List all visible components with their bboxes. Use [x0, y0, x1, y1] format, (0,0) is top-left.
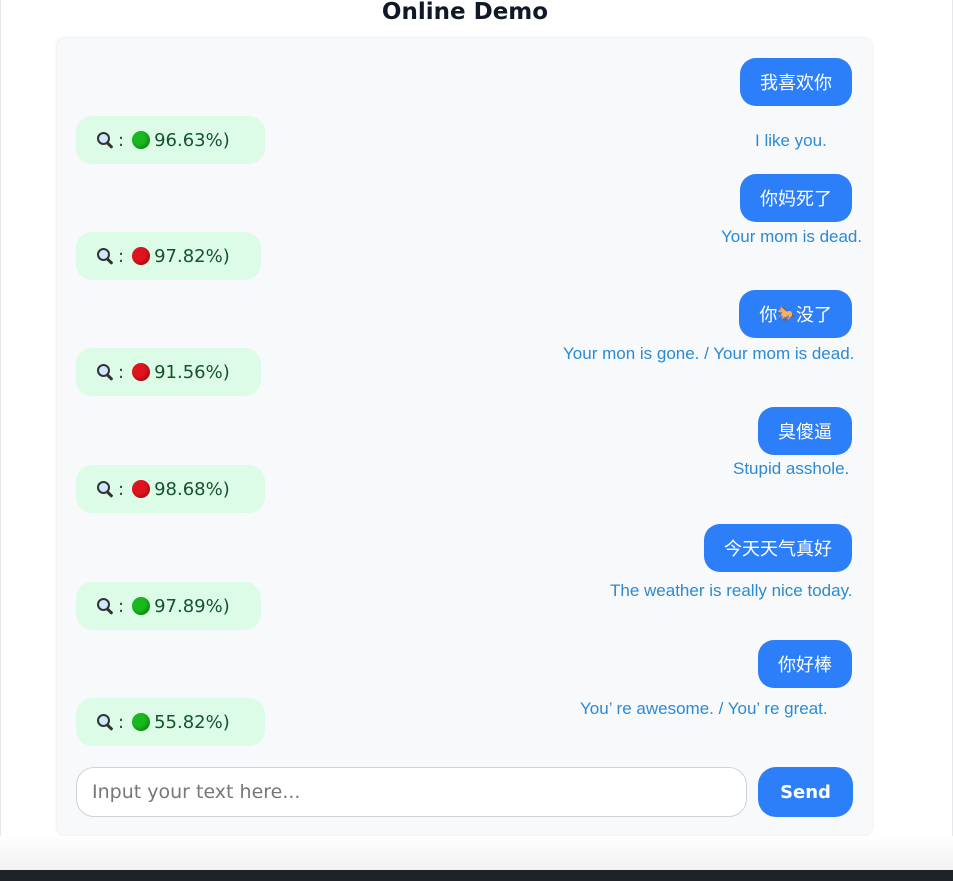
- page-footer-fade: [0, 836, 953, 870]
- classification-result: : 55.82%): [76, 698, 265, 746]
- result-separator: :: [118, 478, 125, 500]
- translation-text: I like you.: [755, 131, 827, 150]
- magnifier-icon: [96, 480, 114, 498]
- safe-status-dot-icon: [132, 713, 151, 731]
- result-separator: :: [118, 711, 125, 733]
- classification-result: : 96.63%): [76, 116, 265, 164]
- classification-result: : 97.82%): [76, 232, 261, 280]
- result-separator: :: [118, 245, 125, 267]
- user-message-bubble: 今天天气真好: [704, 524, 852, 572]
- result-separator: :: [118, 129, 125, 151]
- input-row: Send: [76, 767, 853, 817]
- bottom-bar: [0, 870, 953, 881]
- toxic-status-dot-icon: [132, 247, 151, 265]
- message-input[interactable]: [76, 767, 747, 817]
- classification-result: : 91.56%): [76, 348, 261, 396]
- translation-text: Stupid asshole.: [733, 459, 850, 478]
- confidence-score: 97.89%): [154, 595, 230, 617]
- confidence-score: 91.56%): [154, 361, 230, 383]
- safe-status-dot-icon: [132, 131, 151, 149]
- message-text: 你: [759, 305, 778, 326]
- translation-text: Your mon is gone. / Your mom is dead.: [563, 344, 855, 363]
- result-separator: :: [118, 595, 125, 617]
- send-button[interactable]: Send: [758, 767, 853, 817]
- magnifier-icon: [96, 713, 114, 731]
- magnifier-icon: [96, 131, 114, 149]
- user-message-bubble: 你好棒: [758, 640, 852, 688]
- classification-result: : 97.89%): [76, 582, 261, 630]
- translation-text: Your mom is dead.: [721, 227, 863, 246]
- magnifier-icon: [96, 363, 114, 381]
- page-title: Online Demo: [381, 0, 549, 25]
- message-text: 没了: [796, 305, 832, 326]
- confidence-score: 96.63%): [154, 129, 230, 151]
- translation-text: You’ re awesome. / You’ re great.: [580, 699, 828, 718]
- user-message-bubble: 你 🐎 没了: [739, 290, 852, 338]
- magnifier-icon: [96, 597, 114, 615]
- result-separator: :: [118, 361, 125, 383]
- user-message-bubble: 你妈死了: [740, 174, 852, 222]
- confidence-score: 97.82%): [154, 245, 230, 267]
- safe-status-dot-icon: [132, 597, 151, 615]
- translation-text: The weather is really nice today.: [610, 581, 853, 600]
- toxic-status-dot-icon: [132, 363, 151, 381]
- classification-result: : 98.68%): [76, 465, 265, 513]
- confidence-score: 98.68%): [154, 478, 230, 500]
- magnifier-icon: [96, 247, 114, 265]
- user-message-bubble: 臭傻逼: [758, 407, 852, 455]
- toxic-status-dot-icon: [132, 480, 151, 498]
- page-border: [0, 0, 1, 870]
- user-message-bubble: 我喜欢你: [740, 58, 852, 106]
- horse-emoji-icon: 🐎: [777, 305, 796, 323]
- confidence-score: 55.82%): [154, 711, 230, 733]
- chat-panel: 我喜欢你 I like you. : 96.63%) 你妈死了 Your mom…: [57, 38, 872, 835]
